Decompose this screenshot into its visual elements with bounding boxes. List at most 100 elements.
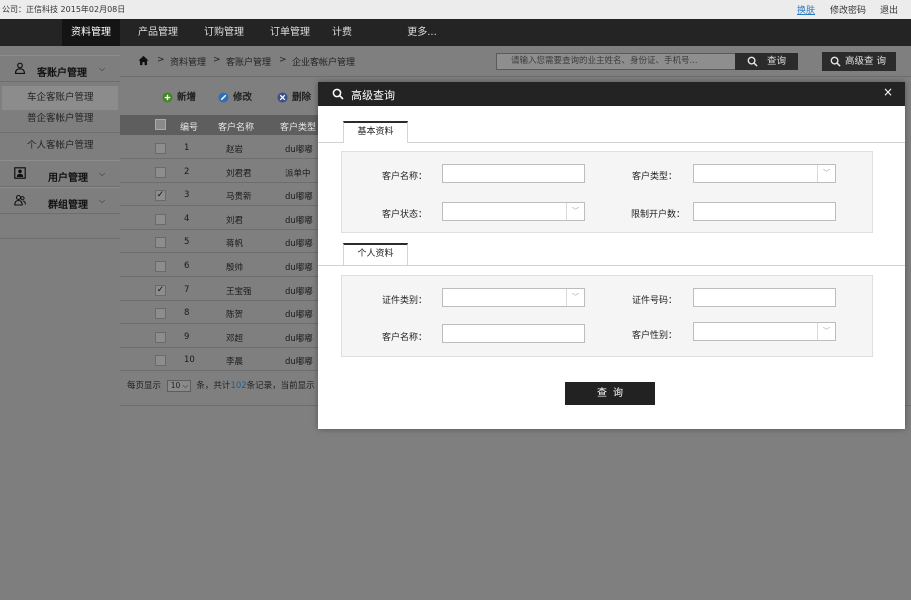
column-header-number: 编号: [180, 123, 199, 133]
table-row[interactable]: ✓ 7 王宝强 du嘟嘟: [120, 278, 318, 301]
row-customer-name: 赵岩: [226, 145, 244, 155]
add-button[interactable]: 新增: [162, 91, 196, 105]
add-icon: [162, 92, 173, 103]
breadcrumb-item-data[interactable]: 资料管理: [170, 55, 206, 68]
delete-button[interactable]: 删除: [277, 91, 311, 105]
page-size-select[interactable]: 10 ⌵: [166, 379, 191, 392]
sidebar-item-general-enterprise[interactable]: 普企客帐户管理: [0, 107, 120, 131]
table-row[interactable]: 1 赵岩 du嘟嘟: [120, 136, 318, 159]
row-customer-type: du嘟嘟: [285, 145, 313, 155]
customer-type-select[interactable]: ﹀: [693, 164, 836, 183]
table-row[interactable]: 4 刘君 du嘟嘟: [120, 207, 318, 230]
sidebar: 客账户管理 ⌵ 车企客账户管理 普企客帐户管理 个人客帐户管理 用户管理 ⌵ 群…: [0, 46, 120, 600]
user-card-icon: [14, 167, 26, 179]
row-number: 9: [184, 331, 190, 342]
delete-button-label: 删除: [292, 92, 312, 103]
nav-item-billing[interactable]: 计费: [322, 19, 362, 46]
account-limit-field[interactable]: [693, 202, 836, 221]
chevron-down-icon: ﹀: [817, 323, 835, 340]
row-checkbox[interactable]: ✓: [155, 190, 166, 202]
search-button-label: 查询: [767, 56, 787, 67]
edit-button[interactable]: 修改: [218, 91, 252, 105]
column-header-name: 客户名称: [218, 123, 255, 133]
select-all-checkbox[interactable]: [155, 119, 166, 130]
chevron-down-icon: ⌵: [99, 64, 106, 73]
breadcrumb: > 资料管理 > 客账户管理 > 企业客帐户管理 请输入您需要查询的业主姓名、身…: [120, 46, 911, 76]
id-type-select[interactable]: ﹀: [442, 288, 585, 307]
label-customer-name: 客户名称：: [381, 333, 427, 343]
advanced-search-button[interactable]: 高级查 询: [822, 52, 896, 71]
dialog-title: 高级查询: [351, 89, 395, 102]
row-customer-name: 殷帅: [226, 263, 244, 273]
row-checkbox[interactable]: [155, 355, 166, 367]
basic-info-fieldset: 客户名称： 客户类型： ﹀ 客户状态： ﹀ 限制开户数：: [341, 151, 873, 233]
row-customer-name: 刘君君: [226, 168, 252, 179]
row-number: 7: [184, 284, 190, 295]
nav-item-order-management[interactable]: 订单管理: [260, 19, 320, 46]
dialog-header: 高级查询 ×: [318, 82, 905, 106]
logout-link[interactable]: 退出: [880, 3, 898, 16]
row-customer-name: 马贵新: [226, 192, 252, 203]
close-icon[interactable]: ×: [882, 85, 894, 99]
breadcrumb-separator: >: [279, 55, 287, 65]
sidebar-group-label: 用户管理: [48, 173, 88, 184]
query-button[interactable]: 查询: [565, 382, 655, 405]
row-checkbox[interactable]: [155, 237, 166, 249]
row-number: 5: [184, 237, 190, 248]
tab-basic-info[interactable]: 基本资料: [343, 121, 408, 143]
change-password-link[interactable]: 修改密码: [830, 3, 866, 16]
chevron-down-icon: ﹀: [566, 289, 584, 306]
row-customer-type: du嘟嘟: [285, 192, 313, 203]
nav-item-product-management[interactable]: 产品管理: [128, 19, 188, 46]
row-checkbox[interactable]: [155, 213, 166, 225]
label-customer-status: 客户状态：: [381, 210, 427, 220]
row-checkbox[interactable]: [155, 166, 166, 178]
table-row[interactable]: ✓ 3 马贵新 du嘟嘟: [120, 183, 318, 207]
row-customer-name: 邓超: [226, 333, 244, 344]
breadcrumb-item-enterprise: 企业客帐户管理: [292, 58, 356, 68]
chevron-down-icon: ﹀: [817, 165, 835, 182]
customer-status-select[interactable]: ﹀: [442, 202, 585, 221]
table-row[interactable]: 2 刘君君 派单中: [120, 160, 318, 183]
home-icon[interactable]: [138, 55, 149, 66]
row-checkbox[interactable]: ✓: [155, 284, 166, 296]
row-customer-type: du嘟嘟: [285, 357, 313, 368]
breadcrumb-item-customer-accounts[interactable]: 客账户管理: [226, 55, 271, 68]
chevron-down-icon: ⌵: [99, 196, 106, 205]
row-checkbox[interactable]: [155, 143, 166, 154]
label-gender: 客户性别：: [631, 331, 677, 341]
tab-personal-info[interactable]: 个人资料: [343, 243, 408, 265]
table-row[interactable]: 10 李晨 du嘟嘟: [120, 348, 318, 372]
gender-select[interactable]: ﹀: [693, 322, 836, 341]
nav-item-data-management[interactable]: 资料管理: [62, 19, 120, 46]
search-icon: [830, 56, 841, 67]
id-number-field[interactable]: [693, 288, 836, 307]
user-icon: [14, 62, 26, 74]
row-checkbox[interactable]: [155, 308, 166, 320]
search-input[interactable]: 请输入您需要查询的业主姓名、身份证、手机号...: [496, 53, 736, 70]
label-customer-type: 客户类型：: [631, 172, 677, 182]
personal-customer-name-field[interactable]: [442, 324, 585, 343]
change-skin-link[interactable]: 换肤: [797, 3, 815, 16]
chevron-down-icon: ⌵: [99, 169, 106, 178]
nav-item-order-purchase[interactable]: 订购管理: [194, 19, 254, 46]
sidebar-item-personal[interactable]: 个人客帐户管理: [0, 134, 120, 158]
customer-name-field[interactable]: [442, 164, 585, 183]
pagination-info: 每页显示 10 ⌵ 条，共计102条记录，当前显示: [127, 379, 315, 392]
row-checkbox[interactable]: [155, 261, 166, 272]
table-row[interactable]: 6 殷帅 du嘟嘟: [120, 254, 318, 277]
delete-icon: [277, 92, 288, 103]
table-row[interactable]: 9 邓超 du嘟嘟: [120, 325, 318, 348]
top-info-bar: 公司：正信科技 2015年02月08日 换肤 修改密码 退出: [0, 0, 911, 19]
table-row[interactable]: 8 陈贺 du嘟嘟: [120, 301, 318, 325]
search-button[interactable]: 查询: [735, 53, 798, 70]
nav-item-more[interactable]: 更多...: [398, 19, 446, 46]
sidebar-group-customer-accounts[interactable]: 客账户管理 ⌵: [0, 55, 120, 82]
advanced-search-dialog: 高级查询 × 基本资料 客户名称： 客户类型： ﹀ 客户状态： ﹀ 限制开户数：…: [318, 82, 905, 429]
table-row[interactable]: 5 蒋帆 du嘟嘟: [120, 230, 318, 254]
sidebar-group-user-management[interactable]: 用户管理 ⌵: [0, 160, 120, 187]
group-icon: [14, 194, 26, 206]
row-number: 6: [184, 261, 190, 271]
row-checkbox[interactable]: [155, 331, 166, 343]
sidebar-group-group-management[interactable]: 群组管理 ⌵: [0, 187, 120, 214]
